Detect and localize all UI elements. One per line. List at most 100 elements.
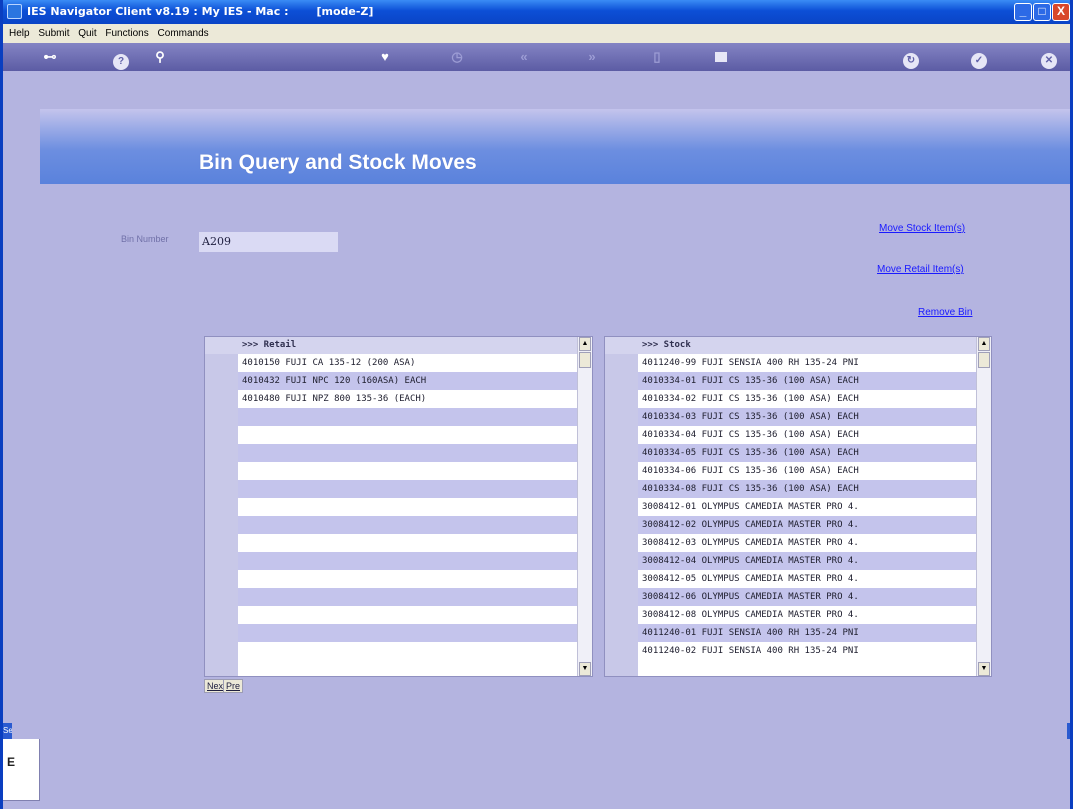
retail-row[interactable] <box>238 588 577 606</box>
retail-row[interactable]: 34010480 FUJI NPZ 800 135-36 (EACH) <box>238 390 577 408</box>
menu-functions[interactable]: Functions <box>105 28 148 39</box>
stock-scroll-thumb[interactable] <box>978 352 990 368</box>
stock-list[interactable]: >>> Stock 14011240-99 FUJI SENSIA 400 RH… <box>604 336 992 677</box>
stock-row[interactable]: 174011240-02 FUJI SENSIA 400 RH 135-24 P… <box>638 642 976 660</box>
stock-row[interactable]: 34010334-02 FUJI CS 135-36 (100 ASA) EAC… <box>638 390 976 408</box>
retail-list-header: >>> Retail <box>205 337 577 354</box>
stock-row[interactable]: 93008412-01 OLYMPUS CAMEDIA MASTER PRO 4… <box>638 498 976 516</box>
minimize-button[interactable]: _ <box>1014 3 1032 21</box>
window-title: IES Navigator Client v8.19 : My IES - Ma… <box>27 5 374 18</box>
previous-button[interactable]: Pre <box>223 679 244 693</box>
retail-row[interactable] <box>238 408 577 426</box>
retail-row-text: 4010432 FUJI NPC 120 (160ASA) EACH <box>242 376 427 386</box>
retail-row[interactable] <box>238 552 577 570</box>
heart-icon[interactable]: ♥ <box>377 48 393 66</box>
stock-row[interactable]: 113008412-03 OLYMPUS CAMEDIA MASTER PRO … <box>638 534 976 552</box>
stock-row-text: 3008412-02 OLYMPUS CAMEDIA MASTER PRO 4. <box>642 520 859 530</box>
ok-icon[interactable]: ✓ <box>971 53 987 69</box>
main-content: Bin Query and Stock Moves Bin Number A20… <box>3 71 1070 809</box>
right-edge-tab[interactable] <box>1067 723 1070 739</box>
back-key-icon[interactable]: ⊷ <box>37 48 63 66</box>
stock-row[interactable]: 123008412-04 OLYMPUS CAMEDIA MASTER PRO … <box>638 552 976 570</box>
stop-icon[interactable] <box>715 52 727 62</box>
menu-quit[interactable]: Quit <box>78 28 96 39</box>
retail-row[interactable]: 24010432 FUJI NPC 120 (160ASA) EACH <box>238 372 577 390</box>
menu-help[interactable]: Help <box>9 28 30 39</box>
retail-scroll-up-button[interactable]: ▲ <box>579 337 591 351</box>
retail-row[interactable] <box>238 606 577 624</box>
app-window: IES Navigator Client v8.19 : My IES - Ma… <box>0 0 1073 809</box>
search-icon[interactable]: ⚲ <box>151 48 169 66</box>
stock-row[interactable]: 54010334-04 FUJI CS 135-36 (100 ASA) EAC… <box>638 426 976 444</box>
stock-row[interactable]: 164011240-01 FUJI SENSIA 400 RH 135-24 P… <box>638 624 976 642</box>
bin-number-field[interactable]: A209 <box>199 232 338 252</box>
side-tab[interactable]: Ser <box>3 723 12 739</box>
stock-row[interactable]: 133008412-05 OLYMPUS CAMEDIA MASTER PRO … <box>638 570 976 588</box>
stock-row-text: 4010334-03 FUJI CS 135-36 (100 ASA) EACH <box>642 412 859 422</box>
close-window-button[interactable]: X <box>1052 3 1070 21</box>
retail-list[interactable]: >>> Retail 14010150 FUJI CA 135-12 (200 … <box>204 336 593 677</box>
stock-row[interactable]: 153008412-08 OLYMPUS CAMEDIA MASTER PRO … <box>638 606 976 624</box>
forward-icon[interactable]: » <box>583 48 601 66</box>
remove-bin-link[interactable]: Remove Bin <box>918 307 972 318</box>
retail-row[interactable] <box>238 534 577 552</box>
app-icon <box>7 4 22 19</box>
stock-scroll-down-button[interactable]: ▼ <box>978 662 990 676</box>
stock-row[interactable]: 64010334-05 FUJI CS 135-36 (100 ASA) EAC… <box>638 444 976 462</box>
header-band <box>40 109 1070 184</box>
stock-row[interactable]: 103008412-02 OLYMPUS CAMEDIA MASTER PRO … <box>638 516 976 534</box>
stock-row-text: 4011240-01 FUJI SENSIA 400 RH 135-24 PNI <box>642 628 859 638</box>
stock-row-text: 4010334-04 FUJI CS 135-36 (100 ASA) EACH <box>642 430 859 440</box>
retail-row[interactable] <box>238 570 577 588</box>
stock-row[interactable]: 84010334-08 FUJI CS 135-36 (100 ASA) EAC… <box>638 480 976 498</box>
restore-icon[interactable]: ▯ <box>649 48 665 66</box>
move-retail-items-link[interactable]: Move Retail Item(s) <box>877 264 964 275</box>
stock-list-header: >>> Stock <box>605 337 976 354</box>
bin-number-label: Bin Number <box>121 234 169 244</box>
close-icon[interactable]: ✕ <box>1041 53 1057 69</box>
menu-submit[interactable]: Submit <box>38 28 69 39</box>
stock-row[interactable]: 44010334-03 FUJI CS 135-36 (100 ASA) EAC… <box>638 408 976 426</box>
stock-row-text: 3008412-03 OLYMPUS CAMEDIA MASTER PRO 4. <box>642 538 859 548</box>
retail-row[interactable] <box>238 624 577 642</box>
stock-row-text: 4010334-06 FUJI CS 135-36 (100 ASA) EACH <box>642 466 859 476</box>
retail-row-text: 4010150 FUJI CA 135-12 (200 ASA) <box>242 358 416 368</box>
retail-scrollbar[interactable]: ▲ ▼ <box>577 337 592 676</box>
retail-row[interactable] <box>238 516 577 534</box>
retail-row[interactable] <box>238 462 577 480</box>
move-stock-items-link[interactable]: Move Stock Item(s) <box>879 223 965 234</box>
help-icon[interactable]: ? <box>113 54 129 70</box>
stock-row-text: 4010334-05 FUJI CS 135-36 (100 ASA) EACH <box>642 448 859 458</box>
title-bar[interactable]: IES Navigator Client v8.19 : My IES - Ma… <box>3 0 1070 24</box>
clock-icon[interactable]: ◷ <box>449 48 465 66</box>
retail-scroll-thumb[interactable] <box>579 352 591 368</box>
retail-row[interactable]: 14010150 FUJI CA 135-12 (200 ASA) <box>238 354 577 372</box>
stock-scroll-up-button[interactable]: ▲ <box>978 337 990 351</box>
retail-row-text: 4010480 FUJI NPZ 800 135-36 (EACH) <box>242 394 427 404</box>
stock-row-text: 3008412-06 OLYMPUS CAMEDIA MASTER PRO 4. <box>642 592 859 602</box>
retail-row[interactable] <box>238 480 577 498</box>
page-title: Bin Query and Stock Moves <box>199 151 477 174</box>
mode-indicator: [mode-Z] <box>316 5 374 18</box>
toolbar: ⊷ ? ⚲ ♥ ◷ « » ▯ ↻ ✓ ✕ <box>3 43 1070 71</box>
retail-row[interactable] <box>238 498 577 516</box>
stock-scrollbar[interactable]: ▲ ▼ <box>976 337 991 676</box>
rewind-icon[interactable]: « <box>515 48 533 66</box>
side-panel: E <box>3 739 40 801</box>
refresh-icon[interactable]: ↻ <box>903 53 919 69</box>
stock-row-text: 3008412-08 OLYMPUS CAMEDIA MASTER PRO 4. <box>642 610 859 620</box>
stock-row[interactable]: 74010334-06 FUJI CS 135-36 (100 ASA) EAC… <box>638 462 976 480</box>
stock-row[interactable]: 143008412-06 OLYMPUS CAMEDIA MASTER PRO … <box>638 588 976 606</box>
stock-row-text: 4010334-01 FUJI CS 135-36 (100 ASA) EACH <box>642 376 859 386</box>
stock-row-text: 4010334-08 FUJI CS 135-36 (100 ASA) EACH <box>642 484 859 494</box>
menu-commands[interactable]: Commands <box>158 28 209 39</box>
retail-scroll-down-button[interactable]: ▼ <box>579 662 591 676</box>
menu-bar: Help Submit Quit Functions Commands <box>3 24 1070 43</box>
maximize-button[interactable]: □ <box>1033 3 1051 21</box>
retail-row[interactable] <box>238 444 577 462</box>
side-panel-letter: E <box>7 755 16 769</box>
retail-row[interactable] <box>238 426 577 444</box>
retail-row[interactable] <box>238 642 577 660</box>
stock-row[interactable]: 24010334-01 FUJI CS 135-36 (100 ASA) EAC… <box>638 372 976 390</box>
stock-row[interactable]: 14011240-99 FUJI SENSIA 400 RH 135-24 PN… <box>638 354 976 372</box>
